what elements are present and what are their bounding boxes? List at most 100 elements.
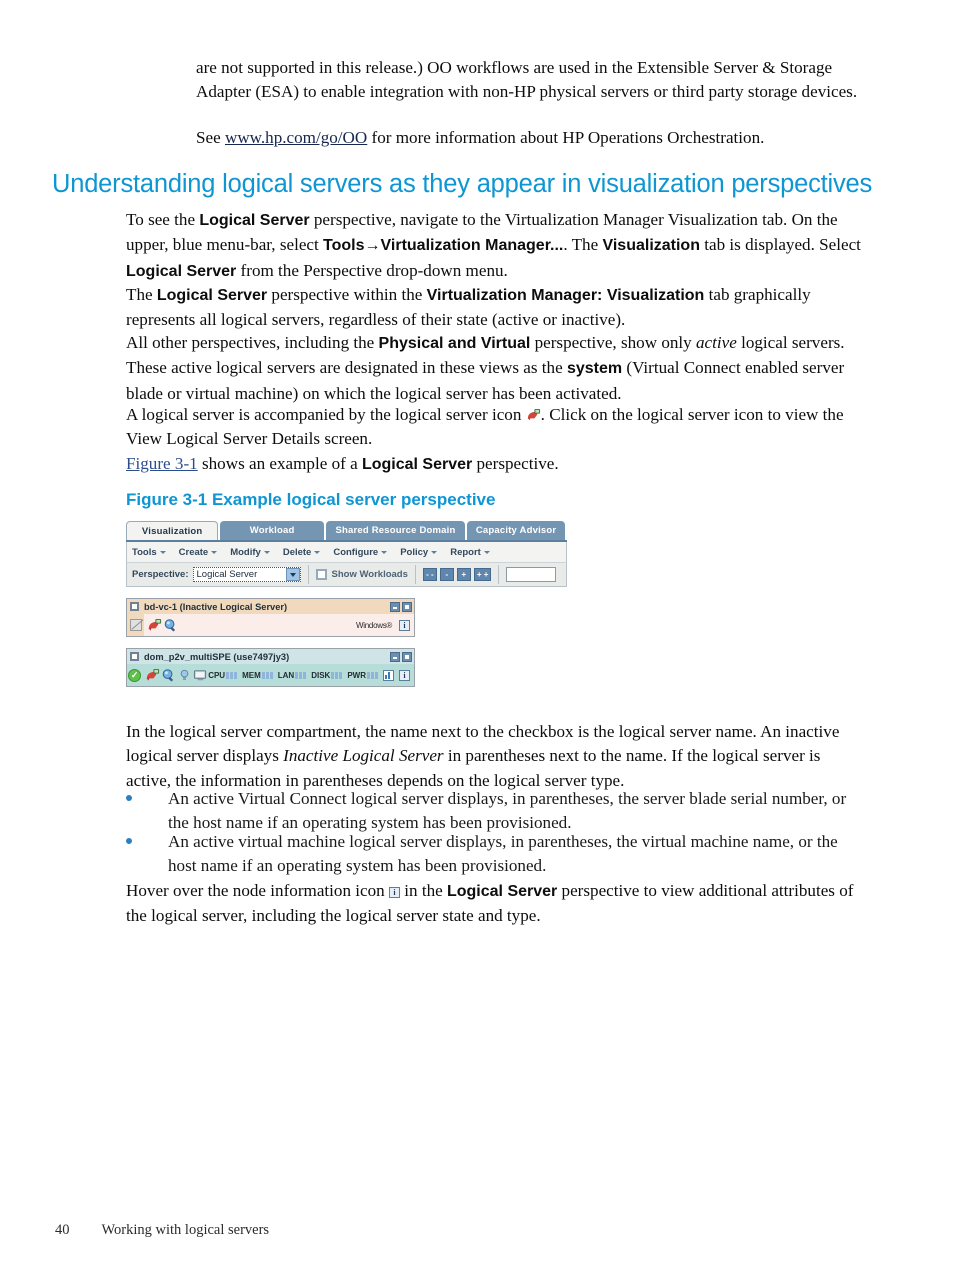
- compartment-checkbox[interactable]: [130, 652, 139, 661]
- p3-b2: system: [566, 360, 623, 378]
- menu-configure[interactable]: Configure: [333, 547, 388, 558]
- paragraph-5: Figure 3-1 shows an example of a Logical…: [126, 452, 868, 477]
- chevron-down-icon: [263, 550, 270, 554]
- metric-mem-bars: [261, 671, 273, 679]
- zoom-out-far-button[interactable]: - -: [422, 568, 437, 581]
- menu-policy[interactable]: Policy: [400, 546, 438, 558]
- tab-shared-resource-domain[interactable]: Shared Resource Domain: [325, 521, 466, 540]
- control-bar: Perspective: Logical Server Show Workloa…: [126, 562, 567, 587]
- p2-s1: The: [126, 285, 157, 304]
- compartment-checkbox[interactable]: [130, 602, 139, 611]
- menu-report[interactable]: Report: [450, 547, 490, 558]
- menu-delete[interactable]: Delete: [283, 547, 321, 558]
- metric-lan-bars: [295, 671, 307, 679]
- maximize-icon[interactable]: [402, 601, 412, 612]
- section-heading: Understanding logical servers as they ap…: [52, 170, 873, 198]
- maximize-icon[interactable]: [402, 651, 412, 662]
- paragraph-2: The Logical Server perspective within th…: [126, 283, 868, 333]
- document-page: are not supported in this release.) OO w…: [0, 0, 954, 1271]
- page-number: 40: [55, 1222, 70, 1238]
- p1-s1: To see the: [126, 210, 200, 229]
- logical-server-icon: [527, 408, 540, 421]
- bulb-icon[interactable]: [177, 668, 192, 683]
- tab-capacity-advisor[interactable]: Capacity Advisor: [467, 521, 566, 540]
- metric-pwr-label: PWR: [347, 670, 366, 680]
- logical-server-icon[interactable]: [145, 668, 160, 683]
- zoom-in-button[interactable]: +: [456, 568, 471, 581]
- metric-lan-label: LAN: [277, 670, 295, 680]
- p6-i1: Inactive Logical Server: [283, 746, 444, 766]
- tab-visualization[interactable]: Visualization: [126, 521, 219, 540]
- os-label: Windows®: [356, 620, 392, 630]
- compartment-body: Windows® i: [127, 614, 414, 636]
- show-workloads-label: Show Workloads: [331, 569, 408, 580]
- hp-go-oo-link[interactable]: www.hp.com/go/OO: [225, 128, 367, 147]
- p3-s2: perspective, show only: [530, 333, 696, 352]
- compartment-active[interactable]: dom_p2v_multiSPE (use7497jy3) ✓ CPU MEM …: [126, 648, 415, 687]
- minimize-icon[interactable]: [390, 651, 400, 662]
- p4-s1: A logical server is accompanied by the l…: [126, 405, 526, 424]
- embedded-app-screenshot: Visualization Workload Shared Resource D…: [126, 521, 567, 698]
- tab-capacity-advisor-label: Capacity Advisor: [475, 525, 557, 536]
- compartment-icons: [145, 668, 208, 683]
- window-buttons: [390, 601, 412, 612]
- compartment-right-icons: Windows® i: [356, 619, 412, 631]
- perspective-select-value: Logical Server: [196, 569, 258, 580]
- metric-mem-label: MEM: [242, 670, 261, 680]
- p5-s2: perspective.: [472, 454, 559, 473]
- metric-cpu-bars: [226, 671, 238, 679]
- menu-bar: Tools Create Modify Delete Configure Pol…: [126, 542, 567, 562]
- zoom-out-button[interactable]: -: [439, 568, 454, 581]
- p3-s1: All other perspectives, including the: [126, 333, 379, 352]
- compartment-inactive[interactable]: bd-vc-1 (Inactive Logical Server) Window…: [126, 598, 415, 637]
- magnifier-icon[interactable]: [161, 668, 176, 683]
- metric-pwr: PWR: [347, 671, 378, 680]
- figure-caption: Figure 3-1 Example logical server perspe…: [126, 490, 496, 509]
- p3-i1: active: [696, 333, 737, 352]
- figure-3-1-reference[interactable]: Figure 3-1: [126, 454, 198, 473]
- monitor-icon[interactable]: [193, 668, 208, 683]
- p2-b2: Virtualization Manager: Visualization: [426, 287, 705, 304]
- p1-b2: Tools→Virtualization Manager...: [323, 237, 564, 255]
- list-item: An active Virtual Connect logical server…: [126, 787, 868, 836]
- menu-modify[interactable]: Modify: [230, 547, 270, 558]
- show-workloads-checkbox[interactable]: [315, 569, 327, 580]
- tab-bar: Visualization Workload Shared Resource D…: [126, 521, 567, 542]
- p5-b1: Logical Server: [361, 456, 473, 473]
- menu-policy-label: Policy: [400, 546, 429, 558]
- perspective-select[interactable]: Logical Server: [192, 567, 301, 582]
- toolbar-divider: [307, 565, 309, 584]
- chevron-down-icon: [314, 550, 321, 554]
- magnifier-icon[interactable]: [163, 618, 178, 633]
- node-information-icon[interactable]: i: [399, 619, 410, 631]
- chevron-down-icon[interactable]: [285, 568, 300, 581]
- compartment-body: ✓ CPU MEM LAN DISK PWR i: [127, 664, 414, 686]
- zoom-in-far-button[interactable]: + +: [473, 568, 492, 581]
- status-cell: ✓: [127, 664, 142, 686]
- metric-disk-label: DISK: [311, 670, 331, 680]
- p2-b1: Logical Server: [156, 287, 268, 304]
- window-buttons: [390, 651, 412, 662]
- p5-s1: shows an example of a: [197, 454, 362, 473]
- paragraph-see-link: See www.hp.com/go/OO for more informatio…: [196, 126, 864, 150]
- toolbar-divider: [414, 565, 416, 584]
- menu-tools[interactable]: Tools: [132, 547, 166, 558]
- zoom-button-group: - - - + + +: [422, 568, 492, 581]
- chart-icon[interactable]: [383, 669, 394, 681]
- metric-cpu-label: CPU: [208, 670, 226, 680]
- tab-workload[interactable]: Workload: [220, 521, 324, 540]
- metric-pwr-bars: [367, 671, 378, 679]
- menu-create[interactable]: Create: [179, 547, 218, 558]
- menu-report-label: Report: [450, 546, 481, 558]
- tab-visualization-label: Visualization: [141, 525, 203, 537]
- node-information-icon[interactable]: i: [399, 669, 410, 681]
- logical-server-icon[interactable]: [147, 618, 162, 633]
- status-cell: [127, 614, 144, 636]
- compartment-icons: [147, 618, 178, 633]
- compartment-name: dom_p2v_multiSPE (use7497jy3): [144, 651, 290, 662]
- toolbar-divider: [498, 565, 500, 584]
- toolbar-text-field[interactable]: [506, 567, 557, 582]
- p1-b1: Logical Server: [199, 212, 310, 229]
- minimize-icon[interactable]: [390, 601, 400, 612]
- compartment-name: bd-vc-1 (Inactive Logical Server): [144, 601, 288, 612]
